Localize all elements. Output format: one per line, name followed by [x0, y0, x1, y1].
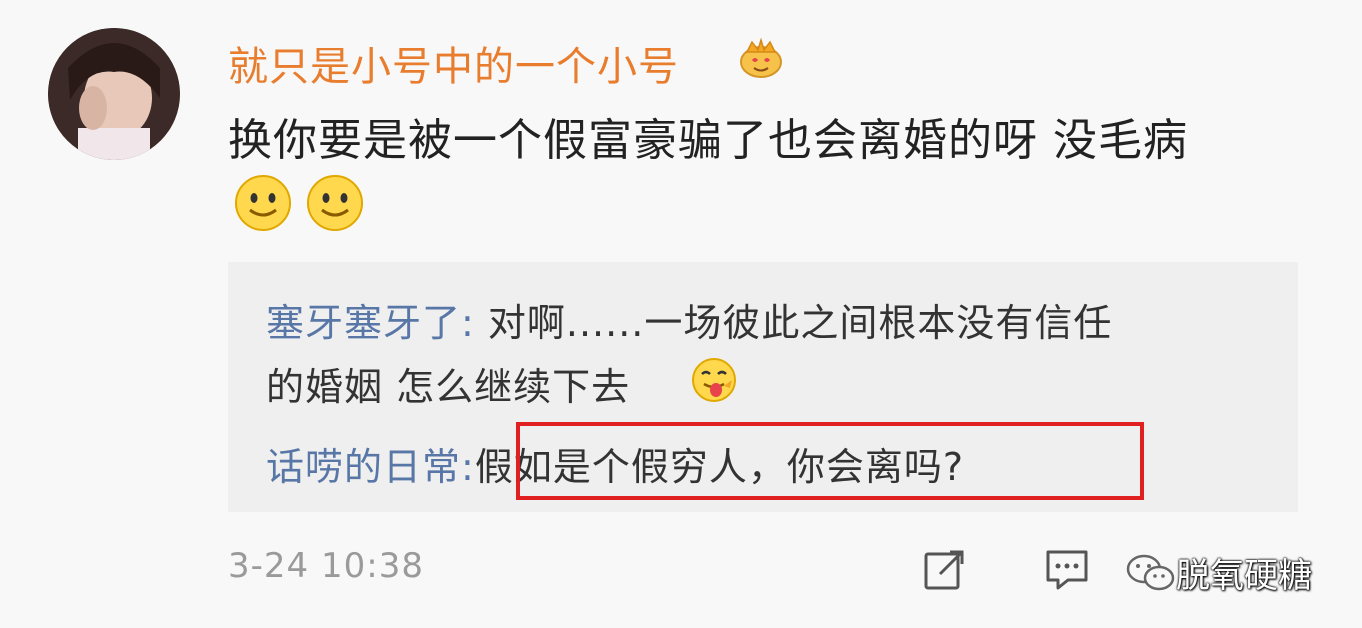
- reply-author[interactable]: 塞牙塞牙了:: [266, 301, 475, 345]
- comment-text: 换你要是被一个假富豪骗了也会离婚的呀 没毛病: [228, 115, 1188, 166]
- tongue-emoji-icon: [692, 358, 736, 402]
- reply-1[interactable]: 塞牙塞牙了: 对啊......一场彼此之间根本没有信任: [266, 292, 1112, 347]
- smiley-icon: [307, 175, 363, 231]
- comment-card: 就只是小号中的一个小号 换你要是被一个假富豪骗了也会离婚的呀 没毛病 塞牙塞牙了…: [0, 0, 1362, 628]
- watermark: 脱氧硬糖: [1126, 548, 1326, 596]
- reply-1-continued: 的婚姻 怎么继续下去: [266, 356, 630, 411]
- avatar[interactable]: [48, 28, 180, 160]
- reply-text: 对啊......一场彼此之间根本没有信任: [474, 301, 1113, 345]
- comment-icon[interactable]: [1044, 548, 1090, 592]
- username[interactable]: 就只是小号中的一个小号: [228, 34, 679, 92]
- crown-icon: [740, 38, 782, 78]
- reply-author[interactable]: 话唠的日常:: [266, 445, 475, 489]
- timestamp: 3-24 10:38: [228, 546, 424, 586]
- share-icon[interactable]: [922, 548, 966, 592]
- reply-text: 的婚姻 怎么继续下去: [266, 365, 631, 409]
- wechat-icon: [1126, 554, 1175, 591]
- highlight-box: [516, 422, 1144, 500]
- watermark-text: 脱氧硬糖: [1176, 556, 1312, 596]
- smiley-icon: [235, 175, 291, 231]
